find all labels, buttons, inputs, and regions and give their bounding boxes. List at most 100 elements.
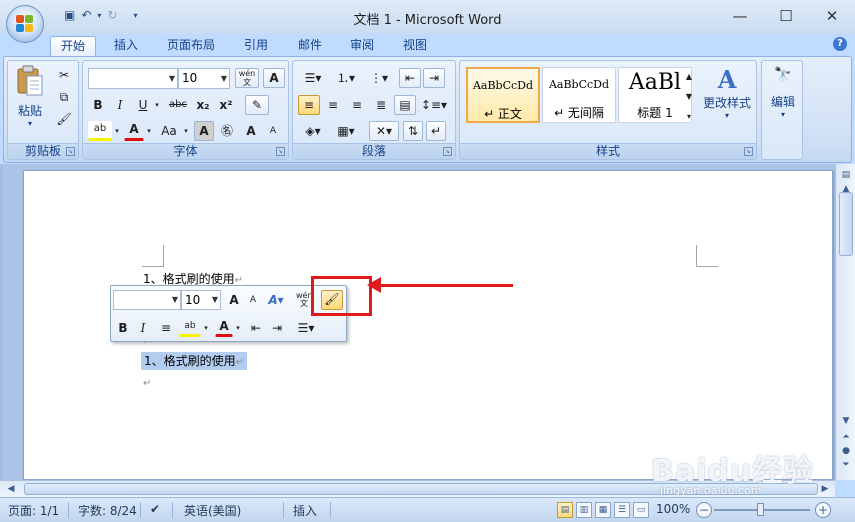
style-no-spacing[interactable]: AaBbCcDd ↵ 无间隔 (542, 67, 616, 123)
highlight-button[interactable]: ab (88, 121, 112, 141)
office-button[interactable] (6, 5, 44, 43)
change-styles-button[interactable]: A 更改样式 ▾ (700, 65, 754, 137)
justify-button[interactable]: ≣ (370, 95, 392, 115)
paste-dropdown-icon[interactable]: ▾ (12, 119, 48, 128)
chinese-layout-button[interactable]: ✕▾ (369, 121, 399, 141)
scroll-down-icon[interactable]: ▼ (839, 414, 853, 428)
shrink-font-button[interactable]: A (263, 121, 283, 141)
scroll-left-icon[interactable]: ◀ (4, 482, 18, 496)
style-normal[interactable]: AaBbCcDd ↵ 正文 (466, 67, 540, 123)
maximize-button[interactable]: ☐ (763, 4, 809, 28)
bullets-button[interactable]: ☰▾ (298, 68, 328, 88)
zoom-out-icon[interactable]: − (696, 502, 712, 518)
underline-button[interactable]: U (133, 95, 153, 115)
tab-mailings[interactable]: 邮件 (288, 36, 332, 56)
mini-shrink-font-button[interactable]: A (245, 291, 261, 309)
mini-decrease-indent-button[interactable]: ⇤ (247, 319, 265, 337)
mini-font-color-dropdown-icon[interactable]: ▾ (233, 319, 243, 337)
copy-icon[interactable]: ⧉ (54, 87, 74, 107)
show-marks-button[interactable]: ↵ (426, 121, 446, 141)
italic-button[interactable]: I (110, 95, 130, 115)
empty-paragraph-2[interactable]: ↵ (143, 375, 151, 389)
subscript-button[interactable]: x₂ (193, 95, 213, 115)
tab-home[interactable]: 开始 (50, 36, 96, 56)
mini-highlight-button[interactable]: ab (179, 319, 201, 337)
clear-formatting-button[interactable]: ✎ (245, 95, 269, 115)
enclose-characters-button[interactable]: ㊔ (217, 121, 237, 141)
character-border-button[interactable]: A (263, 68, 285, 88)
proofing-icon[interactable]: ✔ (150, 502, 160, 516)
styles-dialog-launcher[interactable]: ↘ (744, 147, 753, 156)
highlight-dropdown-icon[interactable]: ▾ (112, 121, 122, 141)
browse-object-icon[interactable]: ● (839, 444, 853, 458)
font-color-button[interactable]: A (124, 121, 144, 141)
mini-bullets-button[interactable]: ☰▾ (291, 319, 321, 337)
minimize-button[interactable]: — (717, 4, 763, 28)
character-shading-button[interactable]: A (194, 121, 214, 141)
underline-dropdown-icon[interactable]: ▾ (152, 95, 162, 115)
language-indicator[interactable]: 英语(美国) (184, 502, 241, 519)
font-dialog-launcher[interactable]: ↘ (276, 147, 285, 156)
numbering-button[interactable]: ⒈▾ (331, 68, 361, 88)
mini-grow-font-button[interactable]: A (225, 291, 243, 309)
sort-button[interactable]: ⇅ (403, 121, 423, 141)
previous-page-icon[interactable]: ⏶ (839, 430, 853, 444)
tab-page-layout[interactable]: 页面布局 (160, 36, 222, 56)
mini-font-name-combo[interactable]: ▼ (113, 290, 181, 310)
cut-icon[interactable]: ✂ (54, 65, 74, 85)
print-layout-view-icon[interactable]: ▤ (557, 502, 573, 518)
tab-insert[interactable]: 插入 (104, 36, 148, 56)
help-icon[interactable]: ? (833, 37, 847, 51)
distributed-button[interactable]: ▤ (394, 95, 416, 115)
word-count[interactable]: 字数: 8/24 (78, 502, 137, 519)
superscript-button[interactable]: x² (216, 95, 236, 115)
style-heading-1[interactable]: AaBl 标题 1 (618, 67, 692, 123)
line-spacing-button[interactable]: ↕≡▾ (419, 95, 449, 115)
change-case-button[interactable]: Aa (157, 121, 181, 141)
strikethrough-button[interactable]: abc (166, 95, 190, 115)
font-size-combo[interactable]: 10 ▼ (178, 68, 230, 89)
vertical-scrollbar[interactable]: ▤ ▲ ▼ ⏶ ● ⏷ (835, 164, 855, 480)
font-name-combo[interactable]: ▼ (88, 68, 178, 89)
mini-bold-button[interactable]: B (115, 319, 131, 337)
increase-indent-button[interactable]: ⇥ (423, 68, 445, 88)
styles-scroll-down-icon[interactable]: ▼ (682, 87, 696, 105)
borders-button[interactable]: ▦▾ (331, 121, 361, 141)
align-center-button[interactable]: ≡ (322, 95, 344, 115)
paste-button[interactable]: 粘贴 ▾ (12, 65, 48, 135)
decrease-indent-button[interactable]: ⇤ (399, 68, 421, 88)
paragraph-dialog-launcher[interactable]: ↘ (443, 147, 452, 156)
mini-font-size-combo[interactable]: 10 ▼ (181, 290, 221, 310)
mini-increase-indent-button[interactable]: ⇥ (268, 319, 286, 337)
zoom-in-icon[interactable]: + (815, 502, 831, 518)
editing-button[interactable]: 🔭 编辑 ▾ (764, 65, 802, 155)
align-right-button[interactable]: ≡ (346, 95, 368, 115)
insert-mode-indicator[interactable]: 插入 (293, 502, 317, 519)
selected-text-line[interactable]: 1、格式刷的使用↵ (141, 352, 248, 370)
styles-scroll-up-icon[interactable]: ▲ (682, 67, 696, 85)
mini-styles-button[interactable]: A▾ (264, 291, 288, 309)
shading-button[interactable]: ◈▾ (298, 121, 328, 141)
vertical-scroll-thumb[interactable] (839, 192, 853, 256)
close-button[interactable]: ✕ (809, 4, 855, 28)
change-case-dropdown-icon[interactable]: ▾ (181, 121, 191, 141)
ruler-toggle-icon[interactable]: ▤ (839, 168, 853, 182)
clipboard-dialog-launcher[interactable]: ↘ (66, 147, 75, 156)
scroll-right-icon[interactable]: ▶ (818, 482, 832, 496)
tab-review[interactable]: 审阅 (340, 36, 384, 56)
page-count[interactable]: 页面: 1/1 (8, 502, 59, 519)
mini-highlight-dropdown-icon[interactable]: ▾ (201, 319, 211, 337)
grow-font-button[interactable]: A (241, 121, 261, 141)
zoom-level[interactable]: 100% (656, 502, 690, 516)
bold-button[interactable]: B (88, 95, 108, 115)
web-layout-icon[interactable]: ▦ (595, 502, 611, 518)
full-screen-reading-icon[interactable]: ▥ (576, 502, 592, 518)
tab-view[interactable]: 视图 (393, 36, 437, 56)
mini-center-button[interactable]: ≡ (157, 319, 175, 337)
font-color-dropdown-icon[interactable]: ▾ (144, 121, 154, 141)
styles-more-icon[interactable]: ▾ (682, 107, 696, 125)
mini-italic-button[interactable]: I (135, 319, 151, 337)
format-painter-icon[interactable]: 🖌 (54, 109, 74, 129)
multilevel-list-button[interactable]: ⋮▾ (364, 68, 394, 88)
draft-view-icon[interactable]: ▭ (633, 502, 649, 518)
